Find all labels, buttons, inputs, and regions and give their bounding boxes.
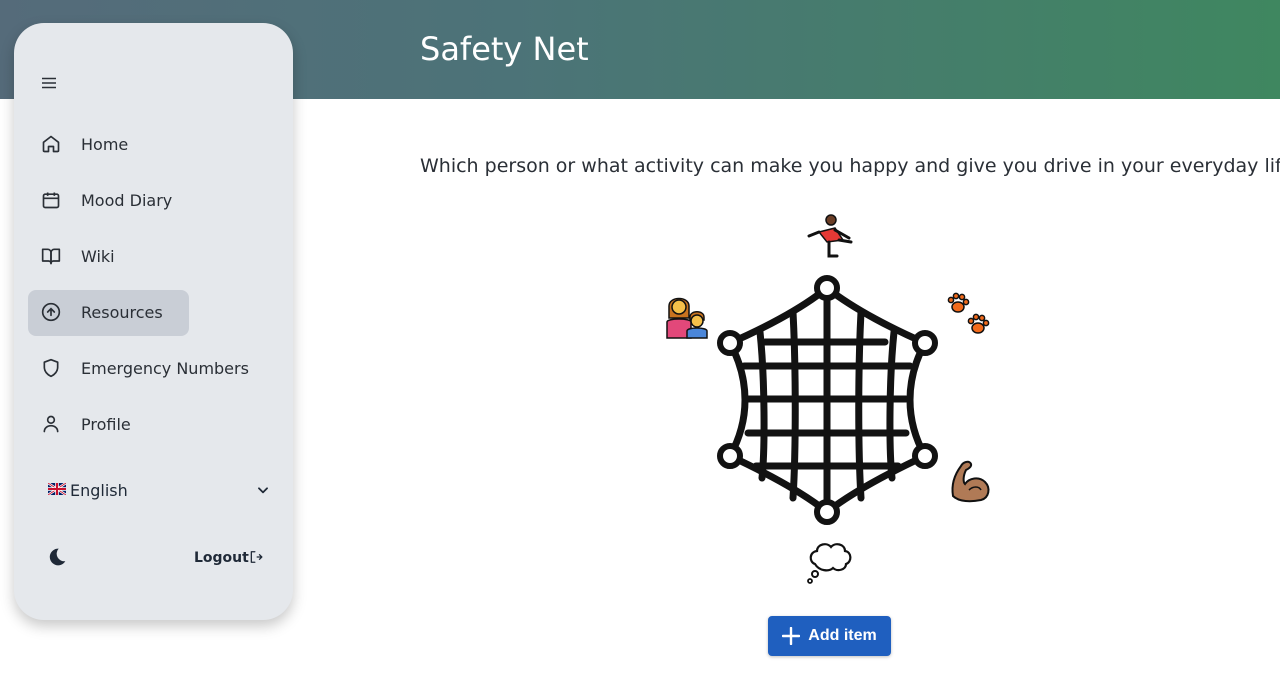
sidebar: Home Mood Diary Wiki Resources Emergency… <box>14 23 293 620</box>
page-title: Safety Net <box>420 30 589 68</box>
sidebar-item-profile[interactable]: Profile <box>28 402 189 448</box>
arrow-up-circle-icon <box>41 302 61 322</box>
chevron-down-icon <box>258 487 268 494</box>
sidebar-item-wiki[interactable]: Wiki <box>28 234 189 280</box>
flexed-biceps-icon[interactable] <box>945 454 995 504</box>
uk-flag-icon <box>48 483 66 495</box>
logout-icon <box>250 551 263 563</box>
sidebar-item-emergency-numbers[interactable]: Emergency Numbers <box>28 346 268 392</box>
shield-icon <box>43 358 59 378</box>
sidebar-item-label: Emergency Numbers <box>81 359 249 378</box>
question-text: Which person or what activity can make y… <box>420 155 1280 177</box>
add-item-button[interactable]: Add item <box>768 616 891 656</box>
paw-prints-icon[interactable] <box>945 291 995 341</box>
home-icon <box>42 135 60 153</box>
moon-icon <box>49 548 66 566</box>
hamburger-icon <box>42 77 56 89</box>
language-select[interactable]: English <box>48 479 270 503</box>
sidebar-item-label: Profile <box>81 415 131 434</box>
theme-toggle-button[interactable] <box>47 547 69 569</box>
sidebar-item-mood-diary[interactable]: Mood Diary <box>28 178 189 224</box>
sidebar-item-resources[interactable]: Resources <box>28 290 189 336</box>
sidebar-item-label: Resources <box>81 303 163 322</box>
calendar-icon <box>42 192 60 209</box>
add-item-label: Add item <box>808 627 877 644</box>
person-running-icon[interactable] <box>805 212 855 262</box>
sidebar-item-label: Home <box>81 135 129 154</box>
sidebar-item-home[interactable]: Home <box>28 122 189 168</box>
logout-label: Logout <box>194 550 249 566</box>
safety-net-icon <box>717 275 938 525</box>
thought-balloon-icon[interactable] <box>805 538 855 588</box>
family-icon[interactable] <box>663 292 713 342</box>
book-icon <box>41 248 61 265</box>
plus-icon <box>782 627 801 645</box>
menu-toggle-button[interactable] <box>38 72 60 94</box>
sidebar-item-label: Mood Diary <box>81 191 173 210</box>
user-icon <box>43 415 59 433</box>
language-label: English <box>70 481 128 500</box>
sidebar-item-label: Wiki <box>81 247 115 266</box>
logout-button[interactable]: Logout <box>194 549 266 569</box>
